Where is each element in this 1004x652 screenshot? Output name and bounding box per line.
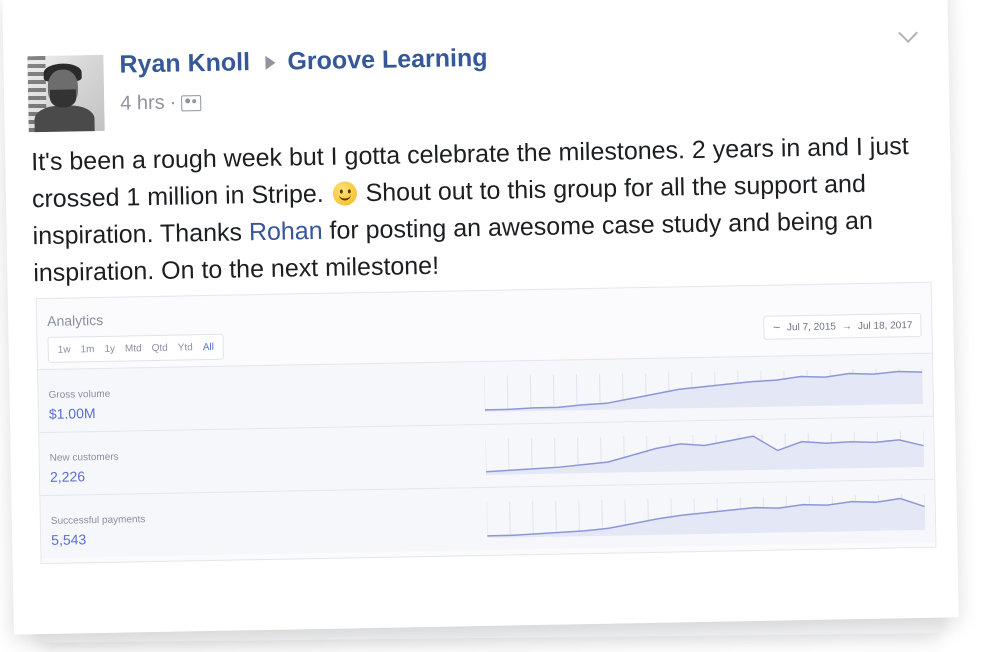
filter-all[interactable]: All: [198, 341, 219, 352]
sparkline-gridline: [485, 438, 487, 475]
sparkline-gridline: [484, 375, 486, 412]
avatar[interactable]: [27, 54, 105, 133]
sparkline-chart: [485, 430, 925, 475]
metric-value: $1.00M: [48, 405, 96, 422]
sparkline-gridline: [486, 501, 488, 538]
date-range-picker[interactable]: ∼ Jul 7, 2015 → Jul 18, 2017: [763, 312, 922, 340]
filter-1y[interactable]: 1y: [99, 343, 120, 354]
sparkline-gridline: [529, 375, 532, 412]
metric-label: New customers: [49, 451, 119, 464]
mention-link[interactable]: Rohan: [249, 217, 323, 246]
filter-ytd[interactable]: Ytd: [173, 342, 198, 353]
post-card: Ryan Knoll Groove Learning 4 hrs · It's …: [2, 0, 959, 635]
filter-mtd[interactable]: Mtd: [120, 343, 147, 354]
metric-label: Gross volume: [48, 388, 111, 401]
meta-dot: ·: [169, 91, 177, 114]
date-start: Jul 7, 2015: [786, 320, 837, 333]
filter-qtd[interactable]: Qtd: [147, 342, 173, 353]
trend-icon: ∼: [772, 321, 782, 334]
sparkline-area: [486, 436, 925, 475]
date-filter-group: 1w 1m 1y Mtd Qtd Ytd All: [47, 333, 225, 363]
filter-1w[interactable]: 1w: [53, 344, 76, 355]
timestamp[interactable]: 4 hrs: [120, 92, 165, 116]
metric-value: 5,543: [51, 531, 87, 548]
post-meta: 4 hrs ·: [120, 91, 202, 115]
group-name[interactable]: Groove Learning: [287, 44, 488, 77]
sparkline-chart: [484, 367, 923, 412]
metric-label: Successful payments: [50, 514, 146, 527]
filter-1m[interactable]: 1m: [75, 343, 99, 355]
analytics-panel: Analytics 1w 1m 1y Mtd Qtd Ytd All ∼ Jul 7, 20…: [35, 281, 937, 565]
sparkline-gridline: [555, 500, 557, 537]
sparkline-gridline: [506, 375, 509, 412]
chevron-down-icon[interactable]: [898, 23, 918, 44]
post-text: It's been a rough week but I gotta celeb…: [31, 128, 934, 292]
sparkline-gridline: [509, 501, 511, 538]
arrow-right-icon: →: [841, 320, 853, 332]
analytics-title: Analytics: [47, 311, 104, 329]
sparkline-chart: [486, 493, 926, 538]
play-arrow-icon: [265, 55, 276, 70]
sparkline-area: [484, 371, 923, 412]
sparkline-gridline: [507, 438, 510, 475]
date-end: Jul 18, 2017: [857, 319, 913, 332]
sparkline-area: [487, 498, 926, 538]
author-name[interactable]: Ryan Knoll: [119, 48, 250, 79]
group-audience-icon[interactable]: [181, 94, 202, 111]
metric-value: 2,226: [49, 468, 86, 485]
sparkline-gridline: [532, 501, 534, 538]
smiley-emoji-icon: [332, 181, 357, 206]
sparkline-gridline: [552, 374, 555, 411]
